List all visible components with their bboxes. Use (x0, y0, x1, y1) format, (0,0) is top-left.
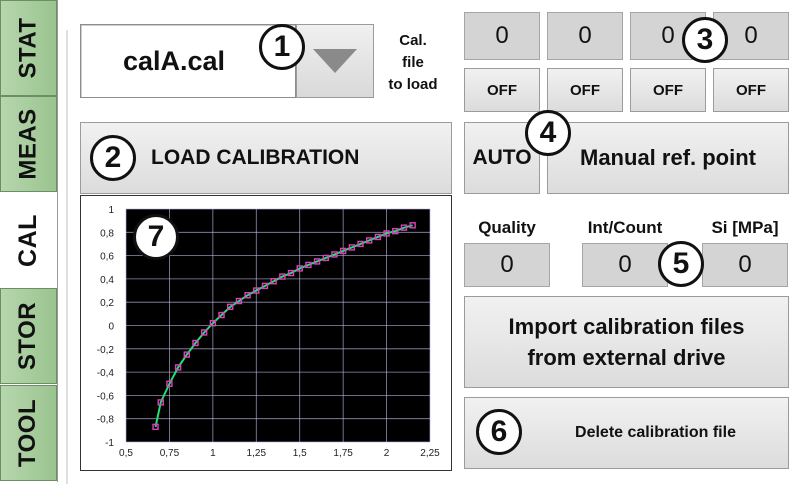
import-calibration-button[interactable]: Import calibration files from external d… (464, 296, 789, 388)
si-mpa-label: Si [MPa] (711, 218, 779, 237)
tab-cal[interactable]: CAL (0, 192, 57, 288)
quality-value: 0 (464, 243, 550, 287)
x-tick-label: 2,25 (420, 448, 440, 459)
y-tick-label: 0,2 (100, 298, 114, 309)
tab-tool[interactable]: TOOL (0, 385, 57, 481)
panel-edge (66, 30, 68, 484)
channel-2-toggle[interactable]: OFF (547, 68, 623, 112)
x-tick-label: 1,5 (293, 448, 307, 459)
channel-4-toggle[interactable]: OFF (713, 68, 789, 112)
x-tick-label: 2 (384, 448, 390, 459)
y-tick-label: -1 (105, 438, 114, 449)
x-tick-label: 1,25 (247, 448, 267, 459)
y-tick-label: 0,8 (100, 228, 114, 239)
y-tick-label: -0,2 (97, 345, 115, 356)
y-tick-label: -0,8 (97, 415, 115, 426)
int-count-label: Int/Count (587, 218, 663, 237)
x-tick-label: 1,75 (333, 448, 353, 459)
x-tick-label: 0,75 (160, 448, 180, 459)
cal-file-value: calA.cal (122, 45, 226, 76)
x-tick-label: 0,5 (119, 448, 133, 459)
callout-7: 7 (133, 214, 179, 260)
channel-1-toggle[interactable]: OFF (464, 68, 540, 112)
y-tick-label: 0 (108, 322, 114, 333)
quality-label: Quality (478, 218, 536, 237)
si-mpa-value: 0 (702, 243, 788, 287)
y-tick-label: 0,6 (100, 252, 114, 263)
delete-calibration-label: Delete calibration file (575, 424, 736, 441)
y-tick-label: 1 (108, 205, 114, 216)
tab-tool-label: TOOL (14, 398, 42, 468)
callout-4: 4 (525, 110, 571, 156)
tab-stor-label: STOR (14, 301, 42, 371)
channel-2-value: 0 (547, 12, 623, 60)
callout-1: 1 (259, 24, 305, 70)
load-calibration-label: LOAD CALIBRATION (151, 146, 360, 169)
callout-5: 5 (658, 241, 704, 287)
manual-ref-point-button[interactable]: Manual ref. point (547, 122, 789, 194)
tab-meas[interactable]: MEAS (0, 96, 57, 192)
cal-file-caption: Cal. file to load (388, 32, 438, 93)
channel-3-toggle[interactable]: OFF (630, 68, 706, 112)
int-count-value: 0 (582, 243, 668, 287)
tab-stat-label: STAT (14, 17, 42, 79)
tab-divider (57, 0, 58, 482)
tab-cal-label: CAL (13, 213, 42, 267)
channel-1-value: 0 (464, 12, 540, 60)
tab-meas-label: MEAS (14, 108, 42, 180)
callout-6: 6 (476, 409, 522, 455)
tab-stat[interactable]: STAT (0, 0, 57, 96)
chevron-down-icon (313, 49, 357, 73)
callout-3: 3 (682, 17, 728, 63)
y-tick-label: -0,6 (97, 391, 115, 402)
y-tick-label: -0,4 (97, 368, 115, 379)
x-tick-label: 1 (210, 448, 216, 459)
cal-file-dropdown-button[interactable] (296, 24, 374, 98)
callout-2: 2 (90, 135, 136, 181)
y-tick-label: 0,4 (100, 275, 114, 286)
tab-stor[interactable]: STOR (0, 288, 57, 384)
